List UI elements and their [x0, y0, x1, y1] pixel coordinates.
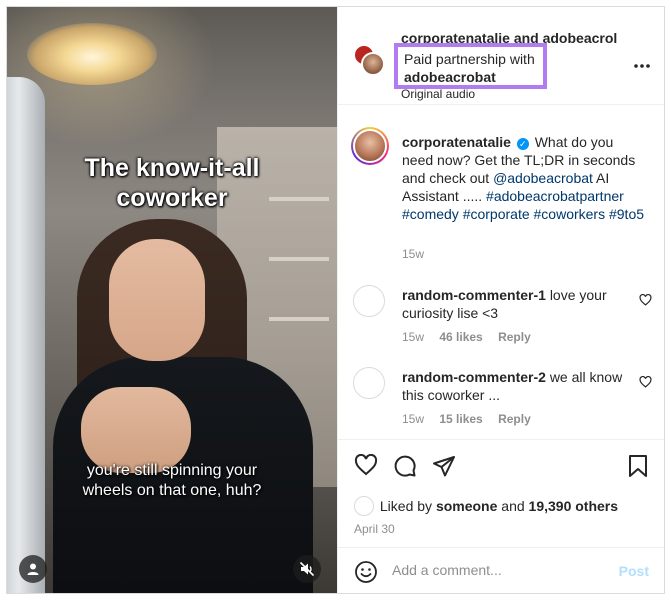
muted-speaker-icon[interactable]: [293, 555, 321, 583]
comments-section: corporatenatalie ✓ What do you need now?…: [338, 105, 664, 439]
avatar[interactable]: [353, 367, 385, 399]
video-title-overlay: The know-it-all coworker: [7, 153, 337, 213]
ceiling-lamp: [27, 23, 157, 85]
comment-glyph: [394, 455, 416, 477]
verified-badge-icon: ✓: [516, 138, 529, 150]
more-options-icon[interactable]: [633, 56, 651, 74]
comment-timestamp: 15w: [402, 330, 425, 344]
liked-by-prefix: Liked by: [379, 498, 433, 514]
subtitle-line: wheels on that one, huh?: [82, 482, 262, 499]
heart-glyph: [639, 293, 652, 306]
subtitle-line: you're still spinning your: [86, 462, 258, 479]
video-title-line: coworker: [116, 184, 228, 212]
heart-icon[interactable]: [354, 453, 378, 481]
comment-text: random-commenter-2 we all know this cowo…: [402, 368, 627, 404]
reel-video[interactable]: The know-it-all coworker you're still sp…: [7, 7, 337, 593]
add-comment-bar: Post: [338, 547, 664, 593]
mute-glyph: [299, 561, 315, 577]
comment-meta: 15w 15 likes Reply: [402, 412, 531, 426]
post-actions: Liked by someone and 19,390 others April…: [338, 439, 664, 547]
comment-username[interactable]: random-commenter-2: [402, 369, 546, 385]
instagram-post-frame: The know-it-all coworker you're still sp…: [6, 6, 665, 594]
comment-likes-count[interactable]: 46 likes: [439, 330, 482, 344]
comment-input[interactable]: [392, 558, 602, 582]
reply-button[interactable]: Reply: [498, 412, 531, 426]
video-title-line: The know-it-all: [84, 154, 260, 182]
likes-summary: Liked by someone and 19,390 others: [354, 496, 618, 516]
caption-mention-link[interactable]: @adobeacrobat: [493, 170, 593, 186]
liked-by-and: and: [501, 498, 525, 514]
caption-username[interactable]: corporatenatalie: [402, 134, 511, 150]
comment-meta: 15w 46 likes Reply: [402, 330, 531, 344]
comment-likes-count[interactable]: 15 likes: [439, 412, 482, 426]
shelf: [269, 317, 329, 321]
post-button[interactable]: Post: [619, 563, 649, 579]
emoji-icon[interactable]: [354, 560, 378, 589]
avatar-corporatenatalie: [361, 52, 385, 76]
post-caption: corporatenatalie ✓ What do you need now?…: [402, 133, 647, 223]
original-audio-link[interactable]: Original audio: [401, 87, 475, 101]
paid-partnership-label[interactable]: Paid partnership with adobeacrobat: [394, 43, 547, 89]
heart-icon[interactable]: [639, 293, 652, 311]
more-dots: [634, 64, 650, 68]
liked-by-user[interactable]: someone: [436, 498, 497, 514]
avatar[interactable]: [351, 127, 389, 165]
video-subtitle: you're still spinning your wheels on tha…: [7, 461, 337, 501]
save-glyph: [629, 455, 647, 477]
avatar[interactable]: [354, 496, 374, 516]
reply-button[interactable]: Reply: [498, 330, 531, 344]
like-glyph: [354, 453, 378, 476]
comment-text: random-commenter-1 love your curiosity l…: [402, 286, 627, 322]
comment-timestamp: 15w: [402, 412, 425, 426]
collab-avatars[interactable]: [353, 44, 385, 76]
caption-timestamp: 15w: [402, 247, 425, 261]
post-date[interactable]: April 30: [354, 522, 395, 536]
heart-icon[interactable]: [639, 375, 652, 393]
liked-by-others-count[interactable]: 19,390 others: [529, 498, 619, 514]
user-icon[interactable]: [19, 555, 47, 583]
emoji-glyph: [355, 561, 377, 583]
post-side-panel: corporatenatalie and adobeacrol Paid par…: [337, 7, 664, 593]
partnership-brand[interactable]: adobeacrobat: [404, 69, 496, 85]
post-header: corporatenatalie and adobeacrol Paid par…: [338, 7, 664, 105]
shelf: [269, 257, 329, 261]
heart-glyph: [639, 375, 652, 388]
user-glyph: [27, 563, 39, 575]
comment-username[interactable]: random-commenter-1: [402, 287, 546, 303]
partnership-prefix: Paid partnership with: [404, 51, 535, 67]
comment-bubble-icon[interactable]: [393, 454, 417, 483]
paper-plane-icon[interactable]: [432, 454, 456, 483]
share-glyph: [433, 456, 455, 477]
bookmark-icon[interactable]: [628, 454, 648, 483]
woman-face: [109, 239, 205, 361]
avatar[interactable]: [353, 285, 385, 317]
